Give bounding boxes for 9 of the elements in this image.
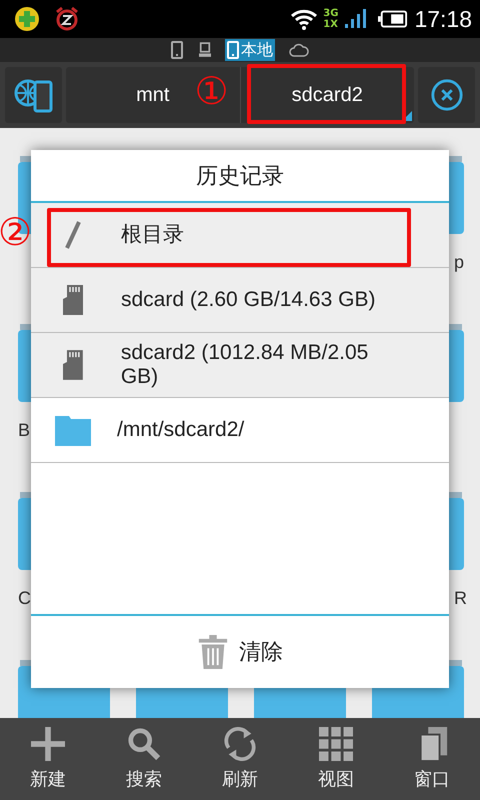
folder-label: R (454, 588, 467, 609)
folder-label: B (18, 420, 30, 441)
clock-time: 17:18 (414, 6, 472, 32)
network-label: 3G (323, 8, 338, 19)
callout-number: ① (194, 72, 228, 110)
folder-label: C (18, 588, 31, 609)
folder-label: p (454, 252, 464, 273)
callout-number: ② (0, 213, 32, 251)
network-label: 1X (323, 19, 338, 30)
